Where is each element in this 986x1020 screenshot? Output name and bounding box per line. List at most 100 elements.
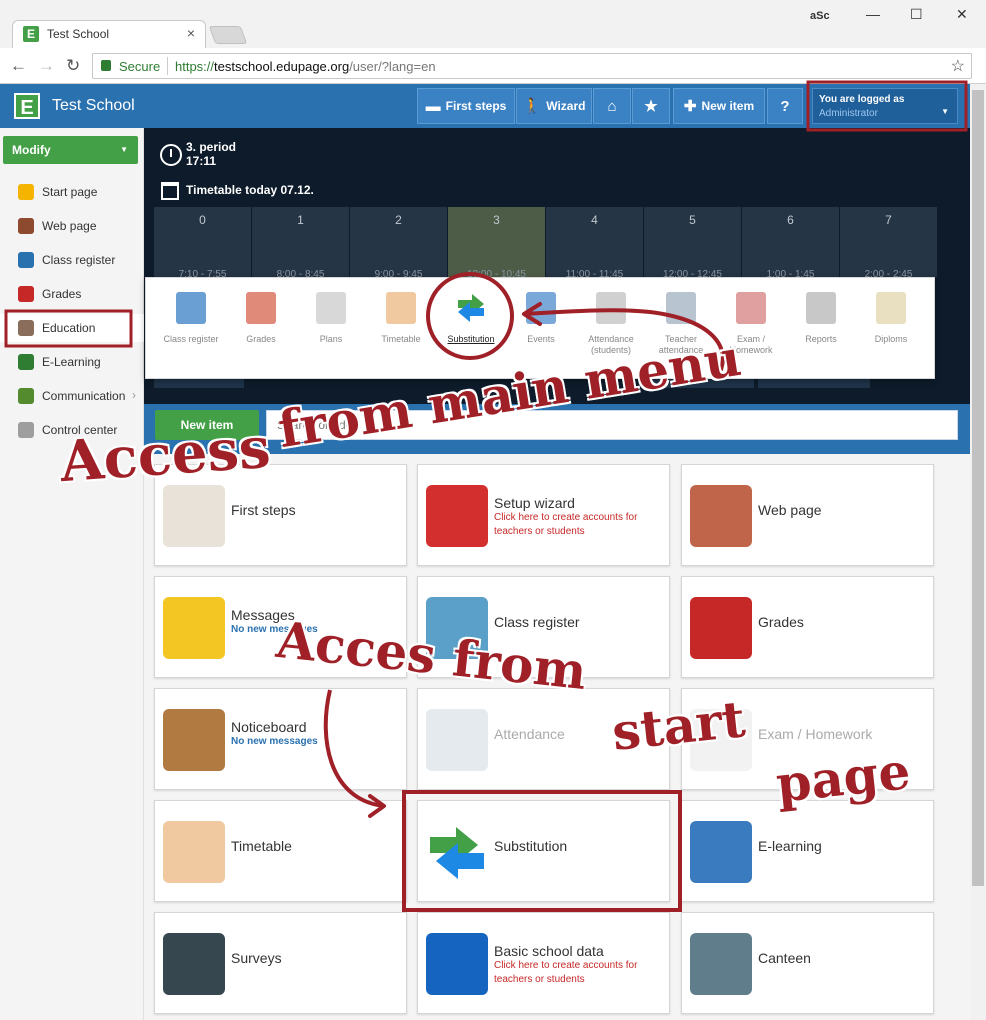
menu-module-label: Plans — [319, 334, 343, 344]
tile-noticeboard[interactable]: Noticeboard No new messages — [154, 688, 407, 790]
menu-module-label: Substitution — [447, 334, 495, 344]
url-path: /user/?lang=en — [349, 59, 436, 74]
menu-module-reports[interactable]: Reports — [786, 292, 856, 372]
tile-canteen[interactable]: Canteen — [681, 912, 934, 1014]
period-times: 1:00 - 1:45 — [766, 269, 815, 277]
period-times: 2:00 - 2:45 — [864, 269, 913, 277]
forward-icon[interactable]: → — [38, 56, 55, 76]
new-item-header-button[interactable]: ✚ New item — [673, 88, 765, 124]
tile-basic-school-data[interactable]: Basic school data Click here to create ac… — [417, 912, 670, 1014]
tile-substitution[interactable]: Substitution — [417, 800, 670, 902]
tile-setup-hint[interactable]: Click here to create accounts for teache… — [494, 959, 664, 987]
new-tab-button[interactable] — [208, 26, 248, 44]
reports-icon — [806, 292, 836, 324]
asc-extension-icon[interactable]: aSc — [810, 10, 830, 22]
first-steps-button[interactable]: ▬ First steps — [417, 88, 515, 124]
sidebar-item-e-learning[interactable]: E-Learning — [0, 348, 144, 376]
globe-book-icon — [690, 821, 752, 883]
home-icon: ⌂ — [607, 97, 617, 115]
sidebar-item-communication[interactable]: Communication › — [0, 382, 144, 410]
tile-title: Substitution — [494, 838, 568, 854]
period-column[interactable]: 1 8:00 - 8:45 — [252, 207, 349, 277]
browser-tab-strip: E Test School × aSc — ☐ ✕ — [0, 0, 986, 48]
tile-surveys[interactable]: Surveys — [154, 912, 407, 1014]
period-column[interactable]: 2 9:00 - 9:45 — [350, 207, 447, 277]
url-divider — [167, 57, 168, 75]
cutlery-icon — [690, 933, 752, 995]
menu-module-grades[interactable]: Grades — [226, 292, 296, 372]
menu-module-class-register[interactable]: Class register — [156, 292, 226, 372]
tile-e-learning[interactable]: E-learning — [681, 800, 934, 902]
user-account-dropdown[interactable]: You are logged as Administrator ▼ — [812, 88, 958, 124]
period-column[interactable]: 0 7:10 - 7:55 — [154, 207, 251, 277]
clock-icon — [160, 144, 182, 166]
house-icon — [690, 485, 752, 547]
scrollbar-thumb[interactable] — [972, 90, 984, 886]
period-column[interactable]: 5 12:00 - 12:45 — [644, 207, 741, 277]
sidebar-item-class-register[interactable]: Class register — [0, 246, 144, 274]
tile-title: E-learning — [758, 838, 822, 854]
tab-close-icon[interactable]: × — [187, 25, 195, 41]
home-button[interactable]: ⌂ — [593, 88, 631, 124]
events-icon — [526, 292, 556, 324]
modify-label: Modify — [12, 143, 51, 157]
period-number: 3 — [493, 213, 500, 227]
wizard-label: Wizard — [546, 99, 586, 113]
menu-module-substitution[interactable]: Substitution — [436, 292, 506, 372]
period-column[interactable]: 4 11:00 - 11:45 — [546, 207, 643, 277]
menu-module-diploms[interactable]: Diploms — [856, 292, 926, 372]
tile-setup-wizard[interactable]: Setup wizard Click here to create account… — [417, 464, 670, 566]
web-page-icon — [18, 218, 34, 234]
sidebar-item-label: Web page — [42, 219, 97, 233]
sidebar-item-start-page[interactable]: Start page — [0, 178, 144, 206]
minimize-icon[interactable]: — — [866, 6, 880, 22]
sidebar-item-grades[interactable]: Grades — [0, 280, 144, 308]
help-button[interactable]: ? — [767, 88, 803, 124]
url-host: testschool.edupage.org — [214, 59, 350, 74]
edupage-logo[interactable]: E — [14, 93, 40, 119]
period-number: 5 — [689, 213, 696, 227]
sidebar-item-web-page[interactable]: Web page — [0, 212, 144, 240]
period-number: 7 — [885, 213, 892, 227]
period-number: 6 — [787, 213, 794, 227]
plans-icon — [316, 292, 346, 324]
period-times: 10:00 - 10:45 — [467, 269, 526, 277]
address-book-icon — [426, 933, 488, 995]
tile-title: Timetable — [231, 838, 292, 854]
school-title[interactable]: Test School — [52, 97, 135, 115]
period-column[interactable]: 7 2:00 - 2:45 — [840, 207, 937, 277]
tile-title: Exam / Homework — [758, 726, 873, 742]
class-register-icon — [176, 292, 206, 324]
tile-title: Grades — [758, 614, 804, 630]
back-icon[interactable]: ← — [10, 56, 27, 76]
menu-module-timetable[interactable]: Timetable — [366, 292, 436, 372]
period-column[interactable]: 6 1:00 - 1:45 — [742, 207, 839, 277]
tile-web-page[interactable]: Web page — [681, 464, 934, 566]
maximize-icon[interactable]: ☐ — [910, 6, 923, 23]
menu-module-label: Grades — [246, 334, 276, 344]
sidebar-item-education[interactable]: Education — [0, 314, 144, 342]
bookmark-star-icon[interactable]: ☆ — [951, 56, 965, 76]
url-field[interactable]: Secure https://testschool.edupage.org/us… — [92, 53, 972, 79]
timetable-icon — [386, 292, 416, 324]
period-column[interactable]: 3 10:00 - 10:45 — [448, 207, 545, 277]
tile-grades[interactable]: Grades — [681, 576, 934, 678]
chevron-down-icon: ▼ — [120, 145, 128, 154]
menu-module-label: Class register — [163, 334, 219, 344]
tile-title: Class register — [494, 614, 580, 630]
diploms-icon — [876, 292, 906, 324]
wizard-button[interactable]: 🚶 Wizard — [516, 88, 592, 124]
menu-module-label: Timetable — [381, 334, 421, 344]
reload-icon[interactable]: ↻ — [66, 56, 80, 76]
walker-icon: 🚶 — [522, 98, 542, 115]
close-window-icon[interactable]: ✕ — [956, 6, 968, 23]
lock-icon — [101, 60, 111, 71]
calendar-icon — [161, 182, 179, 200]
screen: E Test School × aSc — ☐ ✕ ← → ↻ Secure h… — [0, 0, 986, 1020]
menu-module-plans[interactable]: Plans — [296, 292, 366, 372]
tile-timetable[interactable]: Timetable — [154, 800, 407, 902]
modify-button[interactable]: Modify ▼ — [3, 136, 138, 164]
tile-setup-hint[interactable]: Click here to create accounts for teache… — [494, 511, 664, 539]
browser-tab[interactable]: E Test School × — [12, 20, 206, 48]
favorites-button[interactable]: ★ — [632, 88, 670, 124]
